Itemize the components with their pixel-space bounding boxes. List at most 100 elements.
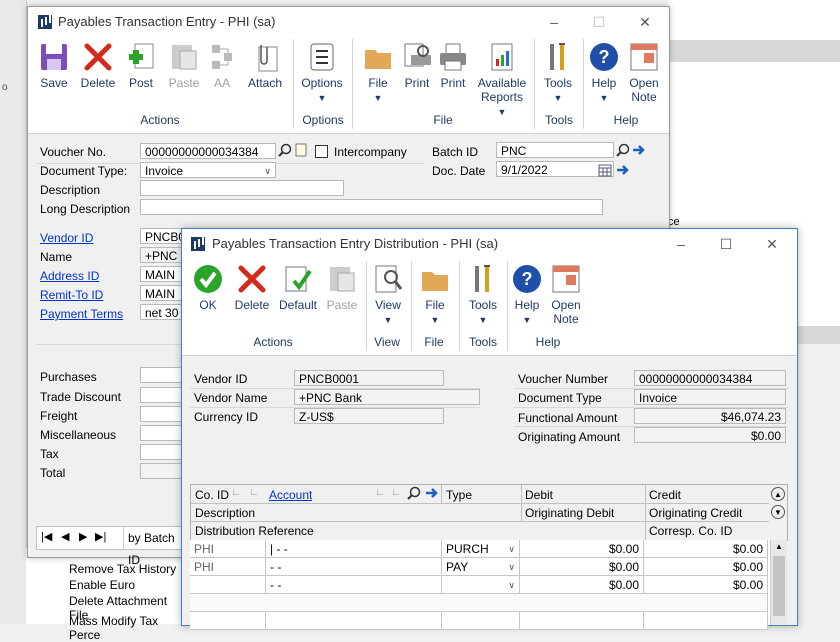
row-account[interactable]: - - <box>266 576 442 594</box>
help-group-label: Help <box>613 113 639 127</box>
row-type-value: PAY <box>446 560 469 574</box>
address-id-link[interactable]: Address ID <box>40 269 99 283</box>
aa-button[interactable]: AA <box>204 41 240 90</box>
ok-button[interactable]: OK <box>188 263 228 312</box>
open-note-button[interactable]: Open Note <box>624 41 664 104</box>
tools-button[interactable]: Tools ▼ <box>463 263 503 326</box>
maximize-button[interactable]: ☐ <box>588 12 610 32</box>
row-type-select[interactable]: PURCH ∨ <box>442 540 520 558</box>
last-record-icon[interactable]: ▶| <box>95 530 106 543</box>
batch-id-label: Batch ID <box>432 145 479 159</box>
lookup-icon[interactable] <box>407 486 421 500</box>
account-edit-icon[interactable]: ∟ <box>391 487 405 501</box>
tools-button[interactable]: Tools ▼ <box>538 41 578 104</box>
open-note-button[interactable]: Open Note <box>546 263 586 326</box>
main-window-title: Payables Transaction Entry - PHI (sa) <box>58 14 276 29</box>
row-type-select[interactable]: ∨ <box>442 576 520 594</box>
save-button[interactable]: Save <box>34 41 74 90</box>
originating-amount-value: $0.00 <box>634 427 786 443</box>
background-item-remove-tax-history[interactable]: Remove Tax History <box>69 562 176 576</box>
row-debit[interactable]: $0.00 <box>520 540 644 558</box>
delete-button[interactable]: Delete <box>78 41 118 90</box>
scroll-up-icon[interactable]: ▲ <box>774 542 784 552</box>
view-button[interactable]: View ▼ <box>368 263 408 326</box>
row-type-select[interactable]: PAY ∨ <box>442 558 520 576</box>
expand-rows-icon[interactable]: ▼ <box>771 505 785 519</box>
vendor-id-link[interactable]: Vendor ID <box>40 231 93 245</box>
dist-window-title: Payables Transaction Entry Distribution … <box>212 236 499 251</box>
arrow-right-icon[interactable] <box>616 163 630 177</box>
new-document-icon[interactable] <box>294 143 308 157</box>
dist-title-bar: Payables Transaction Entry Distribution … <box>182 229 797 259</box>
minimize-button[interactable]: – <box>670 234 692 254</box>
expand-icon[interactable]: ∟ <box>249 487 263 501</box>
long-description-field[interactable] <box>140 199 603 215</box>
maximize-button[interactable]: ☐ <box>715 234 737 254</box>
close-button[interactable]: ✕ <box>761 234 783 254</box>
collapse-rows-icon[interactable]: ▲ <box>771 487 785 501</box>
delete-icon <box>82 41 114 73</box>
col-co-id: Co. ID <box>195 488 230 502</box>
available-reports-button[interactable]: Available Reports ▼ <box>474 41 530 118</box>
attach-button[interactable]: Attach <box>244 41 286 90</box>
view-group-label: View <box>374 335 400 349</box>
help-button[interactable]: ? Help ▼ <box>509 263 545 326</box>
minimize-button[interactable]: – <box>543 12 565 32</box>
voucher-no-field[interactable]: 00000000000034384 <box>140 143 276 159</box>
row-credit[interactable]: $0.00 <box>644 576 768 594</box>
print-preview-button[interactable]: Print <box>399 41 435 90</box>
miscellaneous-label: Miscellaneous <box>40 428 117 442</box>
options-button[interactable]: Options ▼ <box>300 41 344 104</box>
first-record-icon[interactable]: |◀ <box>41 530 52 543</box>
row-debit[interactable]: $0.00 <box>520 576 644 594</box>
grid-scrollbar[interactable]: ▲ <box>770 540 787 625</box>
row-type-value: PURCH <box>446 542 489 556</box>
row-credit[interactable]: $0.00 <box>644 540 768 558</box>
post-button[interactable]: Post <box>121 41 161 90</box>
background-item-mass-modify[interactable]: Mass Modify Tax Perce <box>69 614 186 642</box>
currency-id-label: Currency ID <box>194 410 259 424</box>
previous-record-icon[interactable]: ◀ <box>61 530 69 543</box>
scrollbar-thumb[interactable] <box>773 556 785 616</box>
file-button[interactable]: File ▼ <box>415 263 455 326</box>
row-debit[interactable]: $0.00 <box>520 558 644 576</box>
row-co-id[interactable]: PHI <box>190 540 266 558</box>
default-button[interactable]: Default <box>276 263 320 312</box>
row-co-id[interactable] <box>190 576 266 594</box>
doc-date-field[interactable]: 9/1/2022 <box>496 161 614 177</box>
arrow-right-icon[interactable] <box>425 486 439 500</box>
print-button[interactable]: Print <box>435 41 471 90</box>
delete-button[interactable]: Delete <box>232 263 272 312</box>
account-format-icon[interactable]: ∟ <box>375 487 389 501</box>
lookup-icon[interactable]: ∟ <box>231 487 245 501</box>
calendar-icon[interactable] <box>598 163 612 177</box>
document-type-select[interactable]: Invoice ∨ <box>140 162 276 178</box>
description-field[interactable] <box>140 180 344 196</box>
distribution-grid-header: Co. ID ∟ ∟ Account ∟ ∟ Type Debit Credit… <box>190 484 788 541</box>
row-credit[interactable]: $0.00 <box>644 558 768 576</box>
arrow-right-icon[interactable] <box>632 143 646 157</box>
tax-label: Tax <box>40 447 59 461</box>
next-record-icon[interactable]: ▶ <box>79 530 87 543</box>
payment-terms-link[interactable]: Payment Terms <box>40 307 123 321</box>
intercompany-checkbox[interactable] <box>315 145 328 158</box>
lookup-icon[interactable] <box>616 143 630 157</box>
reports-icon <box>486 41 518 73</box>
vendor-name-label: Vendor Name <box>194 391 268 405</box>
col-credit: Credit <box>649 488 682 502</box>
row-account[interactable]: | - - <box>266 540 442 558</box>
paste-button[interactable]: Paste <box>164 41 204 90</box>
browse-by-select[interactable]: by Batch ID <box>123 527 188 567</box>
paste-button[interactable]: Paste <box>322 263 362 312</box>
file-button[interactable]: File ▼ <box>358 41 398 104</box>
row-account[interactable]: - - <box>266 558 442 576</box>
row-co-id[interactable]: PHI <box>190 558 266 576</box>
batch-id-field[interactable]: PNC <box>496 142 614 158</box>
help-button[interactable]: ? Help ▼ <box>586 41 622 104</box>
remit-to-id-link[interactable]: Remit-To ID <box>40 288 103 302</box>
col-account-link[interactable]: Account <box>269 488 312 502</box>
close-button[interactable]: ✕ <box>634 12 656 32</box>
app-icon <box>38 15 52 29</box>
lookup-icon[interactable] <box>278 143 292 157</box>
background-item-enable-euro[interactable]: Enable Euro <box>69 578 135 592</box>
